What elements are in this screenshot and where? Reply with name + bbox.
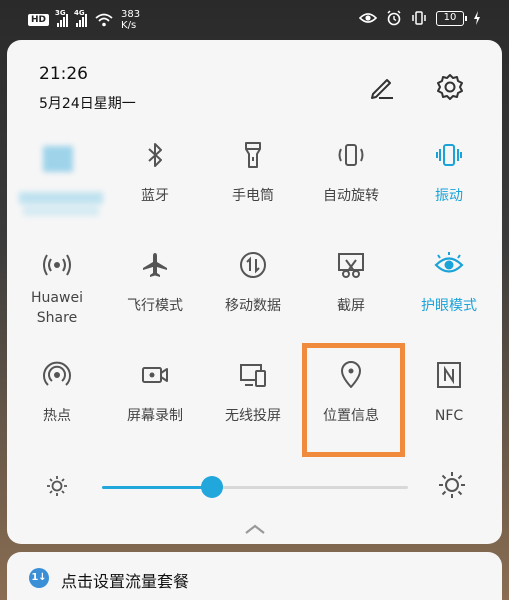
tile-wireless-projection[interactable]: 无线投屏 — [204, 360, 302, 456]
tile-label: NFC — [434, 408, 464, 424]
tile-vibrate[interactable]: 振动 — [400, 140, 498, 236]
tile-eye-comfort[interactable]: 护眼模式 — [400, 250, 498, 346]
airplane-icon — [143, 253, 167, 277]
vibrate-icon — [436, 144, 462, 166]
nfc-icon — [437, 362, 461, 388]
quick-settings-panel: 21:26 5月24日星期一 蓝牙 手电筒 自动旋转 振动 Huawei Sha… — [7, 40, 502, 544]
status-bar: HD 3G 4G 383 K/s 10 — [0, 0, 509, 40]
tile-airplane-mode[interactable]: 飞行模式 — [106, 250, 204, 346]
notification-card[interactable]: 1↓ 点击设置流量套餐 — [7, 552, 502, 600]
tile-label: 截屏 — [337, 298, 365, 314]
data-plan-icon: 1↓ — [29, 568, 49, 588]
flashlight-icon — [245, 142, 261, 168]
edit-tiles-button[interactable] — [365, 70, 399, 104]
tile-nfc[interactable]: NFC — [400, 360, 498, 456]
redacted-wifi-tile[interactable] — [7, 138, 117, 238]
rotate-icon — [338, 144, 364, 166]
tile-label: 屏幕录制 — [127, 408, 183, 424]
brightness-slider[interactable] — [102, 476, 408, 498]
highlight-box — [302, 343, 405, 457]
tile-label: 蓝牙 — [141, 188, 169, 204]
scissors-icon — [338, 253, 364, 278]
hd-badge: HD — [28, 14, 50, 26]
tile-label: 手电筒 — [232, 188, 274, 204]
tile-label: 移动数据 — [225, 298, 281, 314]
alarm-icon — [387, 10, 401, 26]
clock-time: 21:26 — [39, 64, 88, 84]
tile-mobile-data[interactable]: 移动数据 — [204, 250, 302, 346]
network-speed: 383 K/s — [121, 9, 141, 31]
chevron-up-icon[interactable] — [243, 522, 267, 536]
battery-indicator: 10 — [436, 10, 467, 26]
brightness-high-icon — [439, 472, 465, 498]
tile-bluetooth[interactable]: 蓝牙 — [106, 140, 204, 236]
charging-icon — [474, 11, 480, 25]
tile-label: 振动 — [435, 188, 463, 204]
tile-auto-rotate[interactable]: 自动旋转 — [302, 140, 400, 236]
video-camera-icon — [142, 367, 168, 383]
tile-flashlight[interactable]: 手电筒 — [204, 140, 302, 236]
mobile-data-icon — [240, 252, 266, 278]
brightness-low-icon — [47, 476, 67, 496]
tile-label: 无线投屏 — [225, 408, 281, 424]
notification-text: 点击设置流量套餐 — [61, 572, 190, 591]
brightness-slider-knob[interactable] — [201, 476, 224, 498]
settings-gear-icon[interactable] — [433, 70, 467, 104]
sim1-signal-icon: 3G — [55, 9, 69, 27]
vibrate-status-icon — [412, 11, 426, 25]
tile-screenshot[interactable]: 截屏 — [302, 250, 400, 346]
tile-hotspot[interactable]: 热点 — [8, 360, 106, 456]
brightness-fill — [102, 486, 213, 489]
projection-icon — [240, 364, 266, 387]
clock-date: 5月24日星期一 — [39, 96, 136, 112]
hotspot-icon — [43, 361, 71, 386]
eye-comfort-status-icon — [359, 13, 377, 23]
wifi-icon — [95, 13, 113, 27]
bluetooth-icon — [148, 143, 162, 167]
huawei-share-icon — [43, 254, 71, 276]
tile-label: 热点 — [43, 408, 71, 424]
tile-label: Huawei Share — [31, 290, 83, 326]
sim2-signal-icon: 4G — [74, 9, 88, 27]
tile-screen-record[interactable]: 屏幕录制 — [106, 360, 204, 456]
tile-huawei-share[interactable]: Huawei Share — [8, 250, 106, 346]
tile-label: 自动旋转 — [323, 188, 379, 204]
tile-label: 飞行模式 — [127, 298, 183, 314]
tile-label: 护眼模式 — [421, 298, 477, 314]
eye-icon — [434, 252, 464, 273]
